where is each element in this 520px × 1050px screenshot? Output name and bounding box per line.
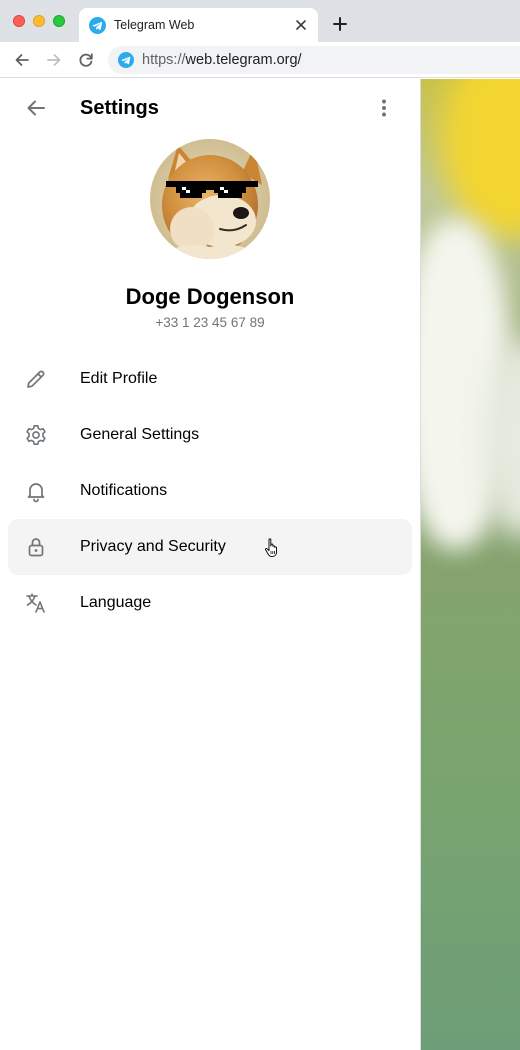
settings-menu: Edit Profile General Settings Notificati… [8, 351, 412, 631]
close-icon[interactable] [293, 17, 309, 33]
browser-tab[interactable]: Telegram Web [79, 8, 318, 42]
telegram-icon [118, 52, 134, 68]
profile-name: Doge Dogenson [125, 284, 295, 309]
address-bar[interactable]: https://web.telegram.org/ [108, 46, 520, 74]
menu-item-general-settings[interactable]: General Settings [8, 407, 412, 463]
menu-item-notifications[interactable]: Notifications [8, 463, 412, 519]
profile-phone: +33 1 23 45 67 89 [155, 315, 265, 330]
forward-arrow-icon[interactable] [45, 51, 63, 69]
menu-item-language[interactable]: Language [8, 575, 412, 631]
menu-item-label: General Settings [80, 426, 200, 443]
hand-cursor-icon [264, 538, 277, 557]
reload-icon[interactable] [77, 51, 95, 69]
telegram-icon [89, 17, 106, 34]
back-arrow-icon[interactable] [13, 51, 31, 69]
pencil-icon [27, 370, 45, 388]
menu-item-privacy-security[interactable]: Privacy and Security [8, 519, 412, 575]
menu-item-edit-profile[interactable]: Edit Profile [8, 351, 412, 407]
window-maximize-button[interactable] [53, 15, 65, 27]
translate-icon [26, 593, 45, 613]
settings-sidebar: Settings Doge Dogenson +33 1 23 45 67 89… [0, 79, 421, 1050]
doge-avatar-image [150, 139, 270, 259]
url-scheme: https:// [142, 52, 186, 68]
back-arrow-icon[interactable] [24, 96, 48, 120]
tab-title: Telegram Web [114, 18, 195, 32]
menu-item-label: Privacy and Security [80, 538, 226, 555]
bell-icon [27, 483, 45, 503]
more-vertical-icon[interactable] [372, 96, 396, 120]
settings-header: Settings [0, 79, 420, 137]
url-host: web.telegram.org/ [185, 52, 302, 68]
browser-tab-bar: Telegram Web [0, 0, 520, 42]
window-close-button[interactable] [13, 15, 25, 27]
window-minimize-button[interactable] [33, 15, 45, 27]
avatar[interactable] [150, 139, 270, 259]
chat-wallpaper [421, 79, 520, 1050]
browser-toolbar: https://web.telegram.org/ [0, 42, 520, 78]
page-title: Settings [80, 97, 159, 119]
menu-item-label: Edit Profile [80, 370, 158, 387]
wallpaper-yellow-flower [441, 79, 520, 239]
menu-item-label: Language [80, 594, 152, 611]
new-tab-plus-icon[interactable] [331, 15, 349, 33]
menu-item-label: Notifications [80, 482, 168, 499]
lock-icon [28, 538, 44, 557]
gear-icon [26, 425, 46, 445]
url-text: https://web.telegram.org/ [142, 52, 302, 69]
